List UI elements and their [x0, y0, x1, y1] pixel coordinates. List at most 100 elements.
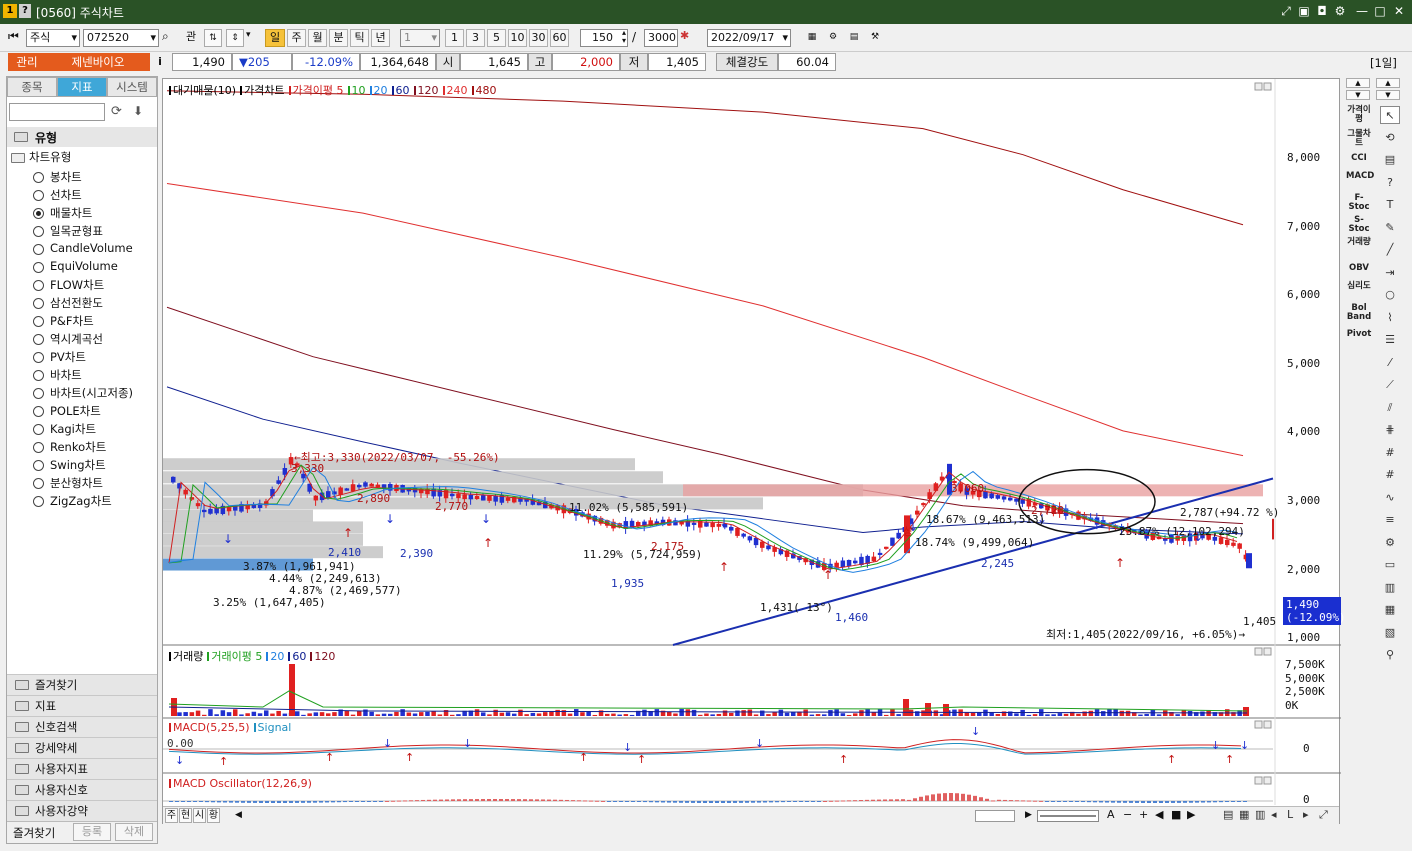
- interval-10-button[interactable]: 10: [508, 29, 527, 47]
- scroll-up-button-2[interactable]: ▲: [1376, 78, 1400, 88]
- tab-stocks[interactable]: 종목: [7, 77, 57, 97]
- drawing-tool-icon[interactable]: ↖: [1380, 106, 1400, 124]
- legend-item[interactable]: 120: [310, 650, 335, 663]
- drawing-tool-icon[interactable]: #: [1380, 466, 1400, 484]
- legend-item[interactable]: 대기매물(10): [169, 84, 236, 97]
- delete-button[interactable]: 삭제: [115, 823, 153, 841]
- search-input[interactable]: [9, 103, 105, 121]
- chart-type-item[interactable]: 봉차트: [50, 169, 82, 185]
- legend-item[interactable]: 60: [391, 84, 410, 97]
- chart-type-item[interactable]: 매물차트: [50, 205, 92, 221]
- chart-type-item[interactable]: 바차트(시고저종): [50, 385, 133, 401]
- minimize-icon[interactable]: —: [1354, 3, 1370, 19]
- chart-type-item[interactable]: Kagi차트: [50, 421, 96, 437]
- code-input[interactable]: 072520 ▾: [83, 29, 159, 47]
- first-icon[interactable]: ⏮: [8, 29, 19, 44]
- indicator-button[interactable]: Pivot: [1346, 330, 1372, 339]
- spin-icon[interactable]: ⇕: [226, 29, 244, 47]
- pin-icon[interactable]: ⤢: [1278, 3, 1294, 19]
- save-icon[interactable]: ▤: [845, 29, 863, 47]
- scroll-down-button-2[interactable]: ▼: [1376, 90, 1400, 100]
- radio-button[interactable]: [33, 172, 44, 183]
- radio-button[interactable]: [33, 208, 44, 219]
- legend-item[interactable]: MACD Oscillator(12,26,9): [169, 777, 312, 790]
- bottom-tab[interactable]: 주: [165, 808, 178, 823]
- chart-type-item[interactable]: Renko차트: [50, 439, 106, 455]
- chart-type-item[interactable]: PV차트: [50, 349, 86, 365]
- drawing-tool-icon[interactable]: ⋕: [1380, 421, 1400, 439]
- chart-tool-icon[interactable]: ▸: [1303, 808, 1309, 821]
- screenshot-icon[interactable]: ◘: [1314, 3, 1330, 19]
- drawing-tool-icon[interactable]: ▦: [1380, 601, 1400, 619]
- radio-button[interactable]: [33, 478, 44, 489]
- scroll-up-button[interactable]: ▲: [1346, 78, 1370, 88]
- interval-5-button[interactable]: 5: [487, 29, 506, 47]
- indicator-button[interactable]: 가격이평: [1346, 106, 1372, 124]
- drawing-tool-icon[interactable]: ⁄: [1380, 354, 1400, 372]
- drawing-tool-icon[interactable]: ▤: [1380, 151, 1400, 169]
- indicator-button[interactable]: MACD: [1346, 172, 1374, 181]
- period-month-button[interactable]: 월: [308, 29, 327, 47]
- scroll-right-icon[interactable]: ▶: [1025, 810, 1032, 820]
- radio-button[interactable]: [33, 352, 44, 363]
- drawing-tool-icon[interactable]: ○: [1380, 286, 1400, 304]
- menu-item[interactable]: 사용자지표: [7, 758, 157, 779]
- drawing-tool-icon[interactable]: ⚲: [1380, 646, 1400, 664]
- drawing-tool-icon[interactable]: ∿: [1380, 489, 1400, 507]
- drawing-tool-icon[interactable]: #: [1380, 444, 1400, 462]
- drawing-tool-icon[interactable]: ?: [1380, 174, 1400, 192]
- radio-button[interactable]: [33, 388, 44, 399]
- count-input[interactable]: 150 ▴ ▾: [580, 29, 628, 47]
- gear-icon[interactable]: ⚙: [824, 29, 842, 47]
- scrollbar[interactable]: [975, 810, 1015, 822]
- indicator-button[interactable]: OBV: [1346, 264, 1372, 273]
- period-day-button[interactable]: 일: [265, 29, 285, 47]
- radio-button[interactable]: [33, 442, 44, 453]
- interval-30-button[interactable]: 30: [529, 29, 548, 47]
- toggle-icon[interactable]: ⇅: [204, 29, 222, 47]
- interval-select[interactable]: 1 ▾: [400, 29, 440, 47]
- scroll-left-icon[interactable]: ◀: [235, 810, 242, 820]
- interval-60-button[interactable]: 60: [550, 29, 569, 47]
- drawing-tool-icon[interactable]: ✎: [1380, 219, 1400, 237]
- chart-type-item[interactable]: 선차트: [50, 187, 82, 203]
- radio-button[interactable]: [33, 424, 44, 435]
- legend-item[interactable]: 240: [442, 84, 468, 97]
- tools-icon[interactable]: ⚒: [866, 29, 884, 47]
- legend-item[interactable]: MACD(5,25,5): [169, 721, 250, 734]
- tab-indicators[interactable]: 지표: [57, 77, 107, 97]
- legend-item[interactable]: 거래이평 5: [207, 650, 262, 663]
- info-icon[interactable]: i: [153, 53, 167, 71]
- bottom-tab[interactable]: 황: [207, 808, 220, 823]
- radio-button[interactable]: [33, 334, 44, 345]
- interval-1-button[interactable]: 1: [445, 29, 464, 47]
- drawing-tool-icon[interactable]: ▧: [1380, 624, 1400, 642]
- radio-button[interactable]: [33, 460, 44, 471]
- menu-item[interactable]: 강세약세: [7, 737, 157, 758]
- settings-icon[interactable]: ⚙: [1332, 3, 1348, 19]
- zoom-tool[interactable]: A: [1107, 808, 1115, 821]
- legend-item[interactable]: 거래량: [169, 650, 203, 663]
- maximize-icon[interactable]: □: [1372, 3, 1388, 19]
- legend-item[interactable]: 480: [471, 84, 497, 97]
- chart-tool-icon[interactable]: ⤢: [1319, 808, 1328, 822]
- zoom-slider[interactable]: [1037, 810, 1099, 822]
- chart-type-item[interactable]: 역시계곡선: [50, 331, 103, 347]
- market-select[interactable]: 주식 ▾: [26, 29, 80, 47]
- radio-button[interactable]: [33, 280, 44, 291]
- indicator-button[interactable]: S-Stoc: [1346, 216, 1372, 234]
- legend-item[interactable]: 가격차트: [240, 84, 285, 97]
- period-tick-button[interactable]: 틱: [350, 29, 369, 47]
- chart-tool-icon[interactable]: ▥: [1255, 808, 1265, 821]
- drawing-tool-icon[interactable]: ⌇: [1380, 309, 1400, 327]
- refresh-icon[interactable]: ⟳: [111, 104, 122, 119]
- favorites-label[interactable]: 즐겨찾기: [13, 825, 55, 841]
- legend-item[interactable]: 120: [413, 84, 439, 97]
- search-icon[interactable]: ⌕: [162, 29, 169, 44]
- chart-type-item[interactable]: EquiVolume: [50, 259, 118, 273]
- download-icon[interactable]: ⬇: [133, 104, 143, 118]
- date-picker[interactable]: 2022/09/17 ▾: [707, 29, 791, 47]
- close-icon[interactable]: ✕: [1391, 3, 1407, 19]
- radio-button[interactable]: [33, 298, 44, 309]
- zoom-tool[interactable]: −: [1123, 808, 1132, 821]
